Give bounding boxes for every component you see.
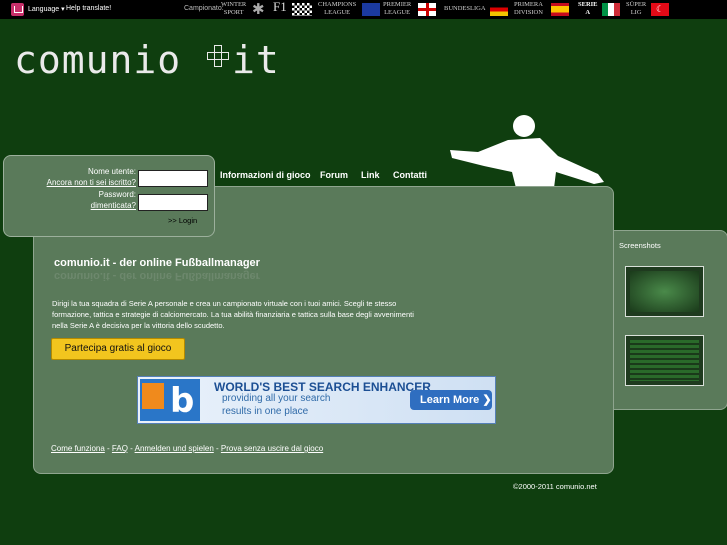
- language-icon[interactable]: [11, 3, 24, 16]
- ad-line-1: providing all your search: [222, 393, 331, 404]
- germany-flag-icon[interactable]: [490, 3, 508, 16]
- separator: -: [127, 444, 135, 453]
- competition-f1[interactable]: F1: [273, 0, 287, 13]
- competition-serie-a[interactable]: SERIE A: [578, 1, 598, 17]
- ad-banner[interactable]: b WORLD'S BEST SEARCH ENHANCER providing…: [137, 376, 496, 424]
- england-flag-icon[interactable]: [418, 3, 436, 16]
- game-description: Dirigi la tua squadra di Serie A persona…: [52, 299, 414, 330]
- username-label: Nome utente:: [87, 167, 136, 176]
- nav-link[interactable]: Link: [361, 170, 380, 180]
- logo-suffix-text: it: [232, 38, 280, 82]
- turkey-flag-icon[interactable]: ☾: [651, 3, 669, 16]
- password-input[interactable]: [138, 194, 208, 211]
- join-free-button[interactable]: Partecipa gratis al gioco: [51, 338, 185, 360]
- italy-flag-icon[interactable]: [602, 3, 620, 16]
- ad-button-label: Learn More: [420, 394, 480, 406]
- logo-suffix: it: [232, 38, 280, 82]
- spain-flag-icon[interactable]: [551, 3, 569, 16]
- nav-forum[interactable]: Forum: [320, 170, 348, 180]
- logo-dots-icon: [207, 45, 229, 67]
- checkered-flag-icon[interactable]: [292, 3, 312, 16]
- competition-primera-division[interactable]: PRIMERA DIVISION: [514, 1, 543, 17]
- password-label: Password:: [98, 190, 136, 199]
- forgot-password-link[interactable]: dimenticata?: [91, 201, 136, 210]
- footer-links: Come funziona - FAQ - Anmelden und spiel…: [51, 444, 323, 453]
- ad-line-2: results in one place: [222, 406, 309, 417]
- separator: -: [213, 444, 221, 453]
- nav-contacts[interactable]: Contatti: [393, 170, 427, 180]
- footer-link-register[interactable]: Anmelden und spielen: [135, 444, 214, 453]
- chevron-right-icon: ❯: [482, 394, 492, 406]
- campionato-label: Campionato:: [184, 5, 224, 12]
- footer-link-try[interactable]: Prova senza uscire dal gioco: [221, 444, 323, 453]
- screenshot-thumbnail-2[interactable]: [625, 335, 704, 386]
- username-input[interactable]: [138, 170, 208, 187]
- page-title: comunio.it - der online Fußballmanager: [54, 257, 260, 269]
- separator: -: [104, 444, 112, 453]
- top-bar: Language ▾ Help translate! Campionato: W…: [0, 0, 727, 19]
- footer-link-faq[interactable]: FAQ: [112, 444, 128, 453]
- logo-text: comunio: [14, 38, 182, 82]
- footer-link-how-it-works[interactable]: Come funziona: [51, 444, 105, 453]
- register-link[interactable]: Ancora non ti sei iscritto?: [47, 178, 136, 187]
- language-menu[interactable]: Language ▾: [28, 5, 65, 13]
- ad-headline: WORLD'S BEST SEARCH ENHANCER: [214, 380, 431, 394]
- page-title-reflection: comunio.it - der online Fußballmanager: [54, 270, 260, 282]
- logo[interactable]: comunio: [14, 38, 181, 82]
- copyright: ©2000-2011 comunio.net: [513, 482, 597, 491]
- screenshots-title: Screenshots: [619, 241, 661, 250]
- competition-champions-league[interactable]: CHAMPIONS LEAGUE: [318, 1, 356, 17]
- competition-premier-league[interactable]: PREMIER LEAGUE: [383, 1, 411, 17]
- screenshot-thumbnail-1[interactable]: [625, 266, 704, 317]
- nav-game-info[interactable]: Informazioni di gioco: [220, 170, 311, 180]
- login-box: Nome utente: Ancora non ti sei iscritto?…: [3, 155, 215, 237]
- ad-logo-icon: b: [140, 379, 200, 421]
- help-translate-link[interactable]: Help translate!: [66, 5, 111, 12]
- competition-bundesliga[interactable]: BUNDESLIGA: [444, 5, 486, 13]
- competition-winter-sport[interactable]: WINTER SPORT: [221, 1, 246, 17]
- ad-learn-more-button[interactable]: Learn More ❯: [410, 390, 492, 410]
- competition-super-lig[interactable]: SÜPER LIG: [626, 1, 646, 17]
- login-button[interactable]: >> Login: [168, 216, 197, 225]
- snowflake-icon[interactable]: ✱: [252, 2, 270, 17]
- eu-flag-icon[interactable]: [362, 3, 380, 16]
